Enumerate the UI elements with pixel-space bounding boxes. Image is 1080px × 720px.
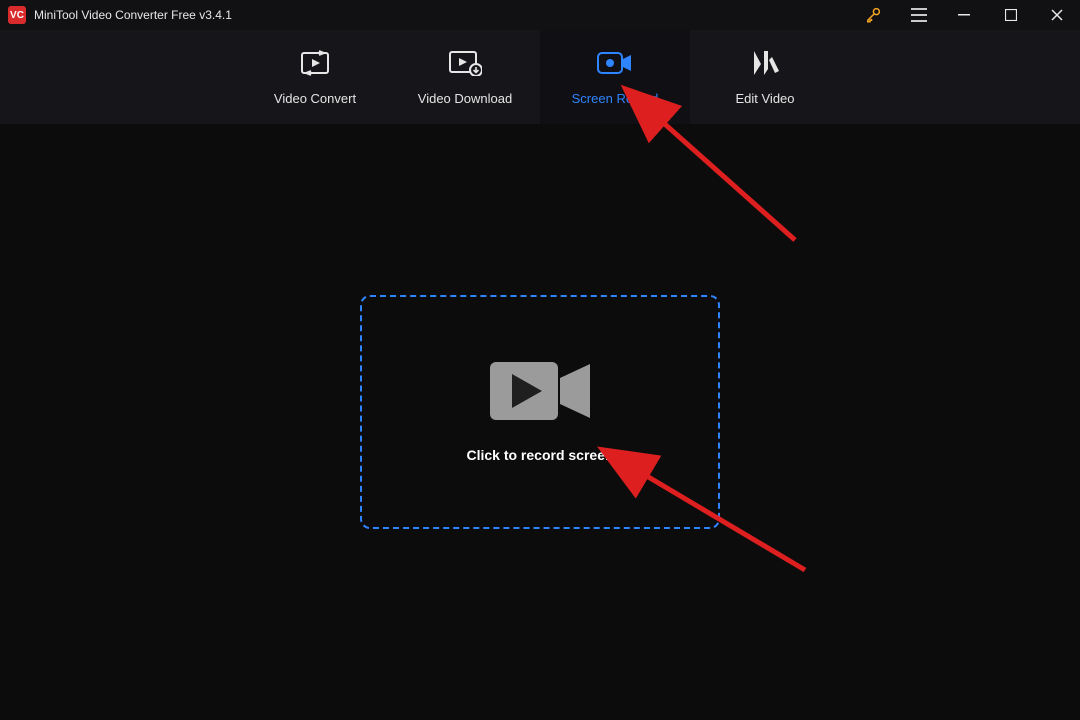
minimize-button[interactable] xyxy=(942,0,988,30)
window-controls xyxy=(850,0,1080,30)
tab-screen-record[interactable]: Screen Record xyxy=(540,30,690,124)
record-icon xyxy=(597,49,633,77)
tab-video-download[interactable]: Video Download xyxy=(390,30,540,124)
key-icon[interactable] xyxy=(850,0,896,30)
tab-label: Video Convert xyxy=(274,91,356,106)
app-logo-icon: VC xyxy=(8,6,26,24)
menu-icon[interactable] xyxy=(896,0,942,30)
maximize-button[interactable] xyxy=(988,0,1034,30)
convert-icon xyxy=(298,49,332,77)
title-bar: VC MiniTool Video Converter Free v3.4.1 xyxy=(0,0,1080,30)
record-drop-zone[interactable]: Click to record screen xyxy=(360,295,720,529)
tab-label: Screen Record xyxy=(572,91,659,106)
tab-video-convert[interactable]: Video Convert xyxy=(240,30,390,124)
camera-icon xyxy=(490,362,590,425)
tab-label: Edit Video xyxy=(735,91,794,106)
tab-edit-video[interactable]: Edit Video xyxy=(690,30,840,124)
tab-bar: Video Convert Video Download Screen Reco… xyxy=(0,30,1080,124)
record-caption: Click to record screen xyxy=(466,447,613,463)
edit-icon xyxy=(750,49,780,77)
main-panel: Click to record screen xyxy=(0,124,1080,720)
tab-label: Video Download xyxy=(418,91,512,106)
close-button[interactable] xyxy=(1034,0,1080,30)
app-title: MiniTool Video Converter Free v3.4.1 xyxy=(34,8,232,22)
download-icon xyxy=(448,49,482,77)
